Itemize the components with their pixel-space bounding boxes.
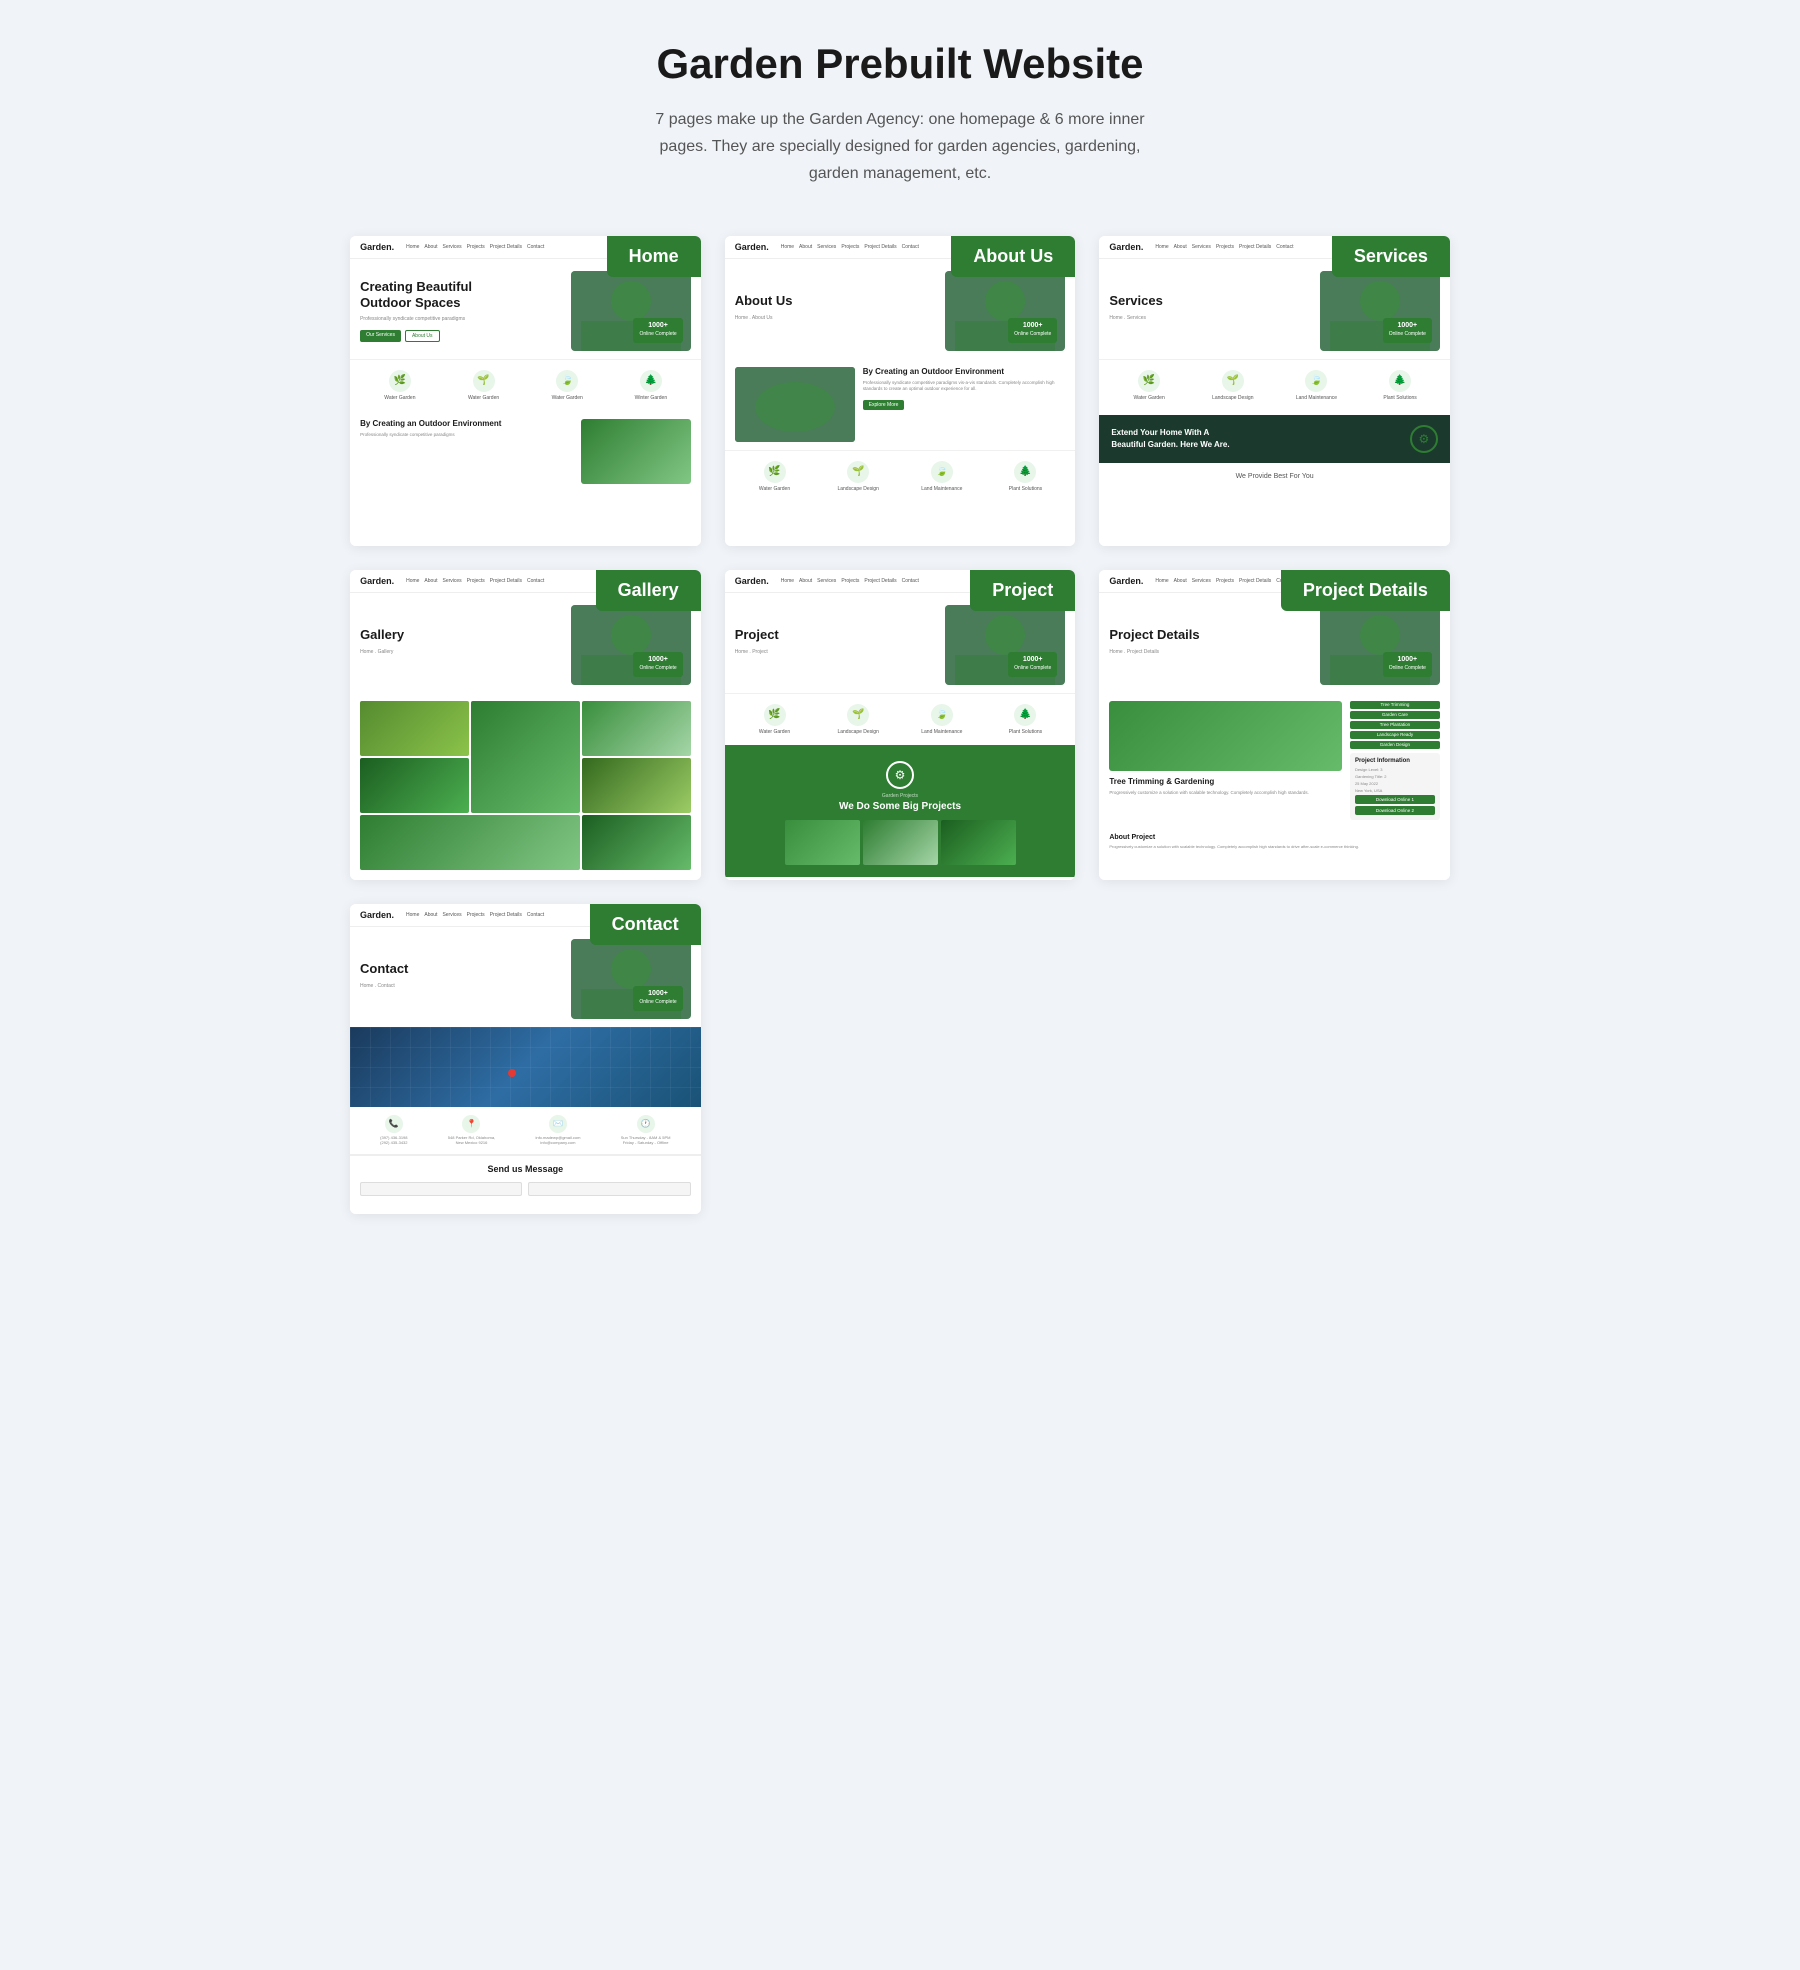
form-first-name[interactable] bbox=[360, 1182, 522, 1196]
mini-contact-info: 📞 (397) 436-3198(292) 435-3432 📍 548 Par… bbox=[350, 1107, 701, 1155]
card-label-about: About Us bbox=[951, 236, 1075, 277]
mini-logo: Garden. bbox=[360, 242, 394, 252]
row-1: Home Garden. Home About Services Project… bbox=[350, 236, 1450, 546]
card-gallery[interactable]: Gallery Garden. Home About Services Proj… bbox=[350, 570, 701, 880]
mini-site-services: Garden. Home About Services Projects Pro… bbox=[1099, 236, 1450, 546]
card-label-project-details: Project Details bbox=[1281, 570, 1450, 611]
send-message-title: Send us Message bbox=[350, 1155, 701, 1182]
card-label-project: Project bbox=[970, 570, 1075, 611]
map-marker bbox=[508, 1069, 516, 1077]
home-bottom: By Creating an Outdoor Environment Profe… bbox=[350, 411, 701, 492]
page-container: Garden Prebuilt Website 7 pages make up … bbox=[350, 40, 1450, 1214]
page-subtitle: 7 pages make up the Garden Agency: one h… bbox=[640, 106, 1160, 188]
form-email[interactable] bbox=[528, 1182, 690, 1196]
card-label-contact: Contact bbox=[590, 904, 701, 945]
card-services[interactable]: Services Garden. Home About Services Pro… bbox=[1099, 236, 1450, 546]
mini-site-project: Garden. Home About Services Projects Pro… bbox=[725, 570, 1076, 880]
card-label-gallery: Gallery bbox=[596, 570, 701, 611]
row-3: Contact Garden. Home About Services Proj… bbox=[350, 904, 1450, 1214]
mini-site-project-details: Garden. Home About Services Projects Pro… bbox=[1099, 570, 1450, 880]
card-home[interactable]: Home Garden. Home About Services Project… bbox=[350, 236, 701, 546]
mini-gallery-grid bbox=[350, 693, 701, 878]
mini-site-home: Garden. Home About Services Projects Pro… bbox=[350, 236, 701, 546]
row-2: Gallery Garden. Home About Services Proj… bbox=[350, 570, 1450, 880]
card-project-details[interactable]: Project Details Garden. Home About Servi… bbox=[1099, 570, 1450, 880]
mini-icons-home: 🌿 Water Garden 🌱 Water Garden 🍃 Water Ga… bbox=[350, 359, 701, 411]
mini-map bbox=[350, 1027, 701, 1107]
card-project[interactable]: Project Garden. Home About Services Proj… bbox=[725, 570, 1076, 880]
card-about[interactable]: About Us Garden. Home About Services Pro… bbox=[725, 236, 1076, 546]
mini-site-gallery: Garden. Home About Services Projects Pro… bbox=[350, 570, 701, 880]
card-label-services: Services bbox=[1332, 236, 1450, 277]
page-title: Garden Prebuilt Website bbox=[350, 40, 1450, 88]
contact-form-row1 bbox=[350, 1182, 701, 1202]
mini-site-contact: Garden. Home About Services Projects Pro… bbox=[350, 904, 701, 1214]
card-contact[interactable]: Contact Garden. Home About Services Proj… bbox=[350, 904, 701, 1214]
card-label-home: Home bbox=[607, 236, 701, 277]
mini-site-about: Garden. Home About Services Projects Pro… bbox=[725, 236, 1076, 546]
